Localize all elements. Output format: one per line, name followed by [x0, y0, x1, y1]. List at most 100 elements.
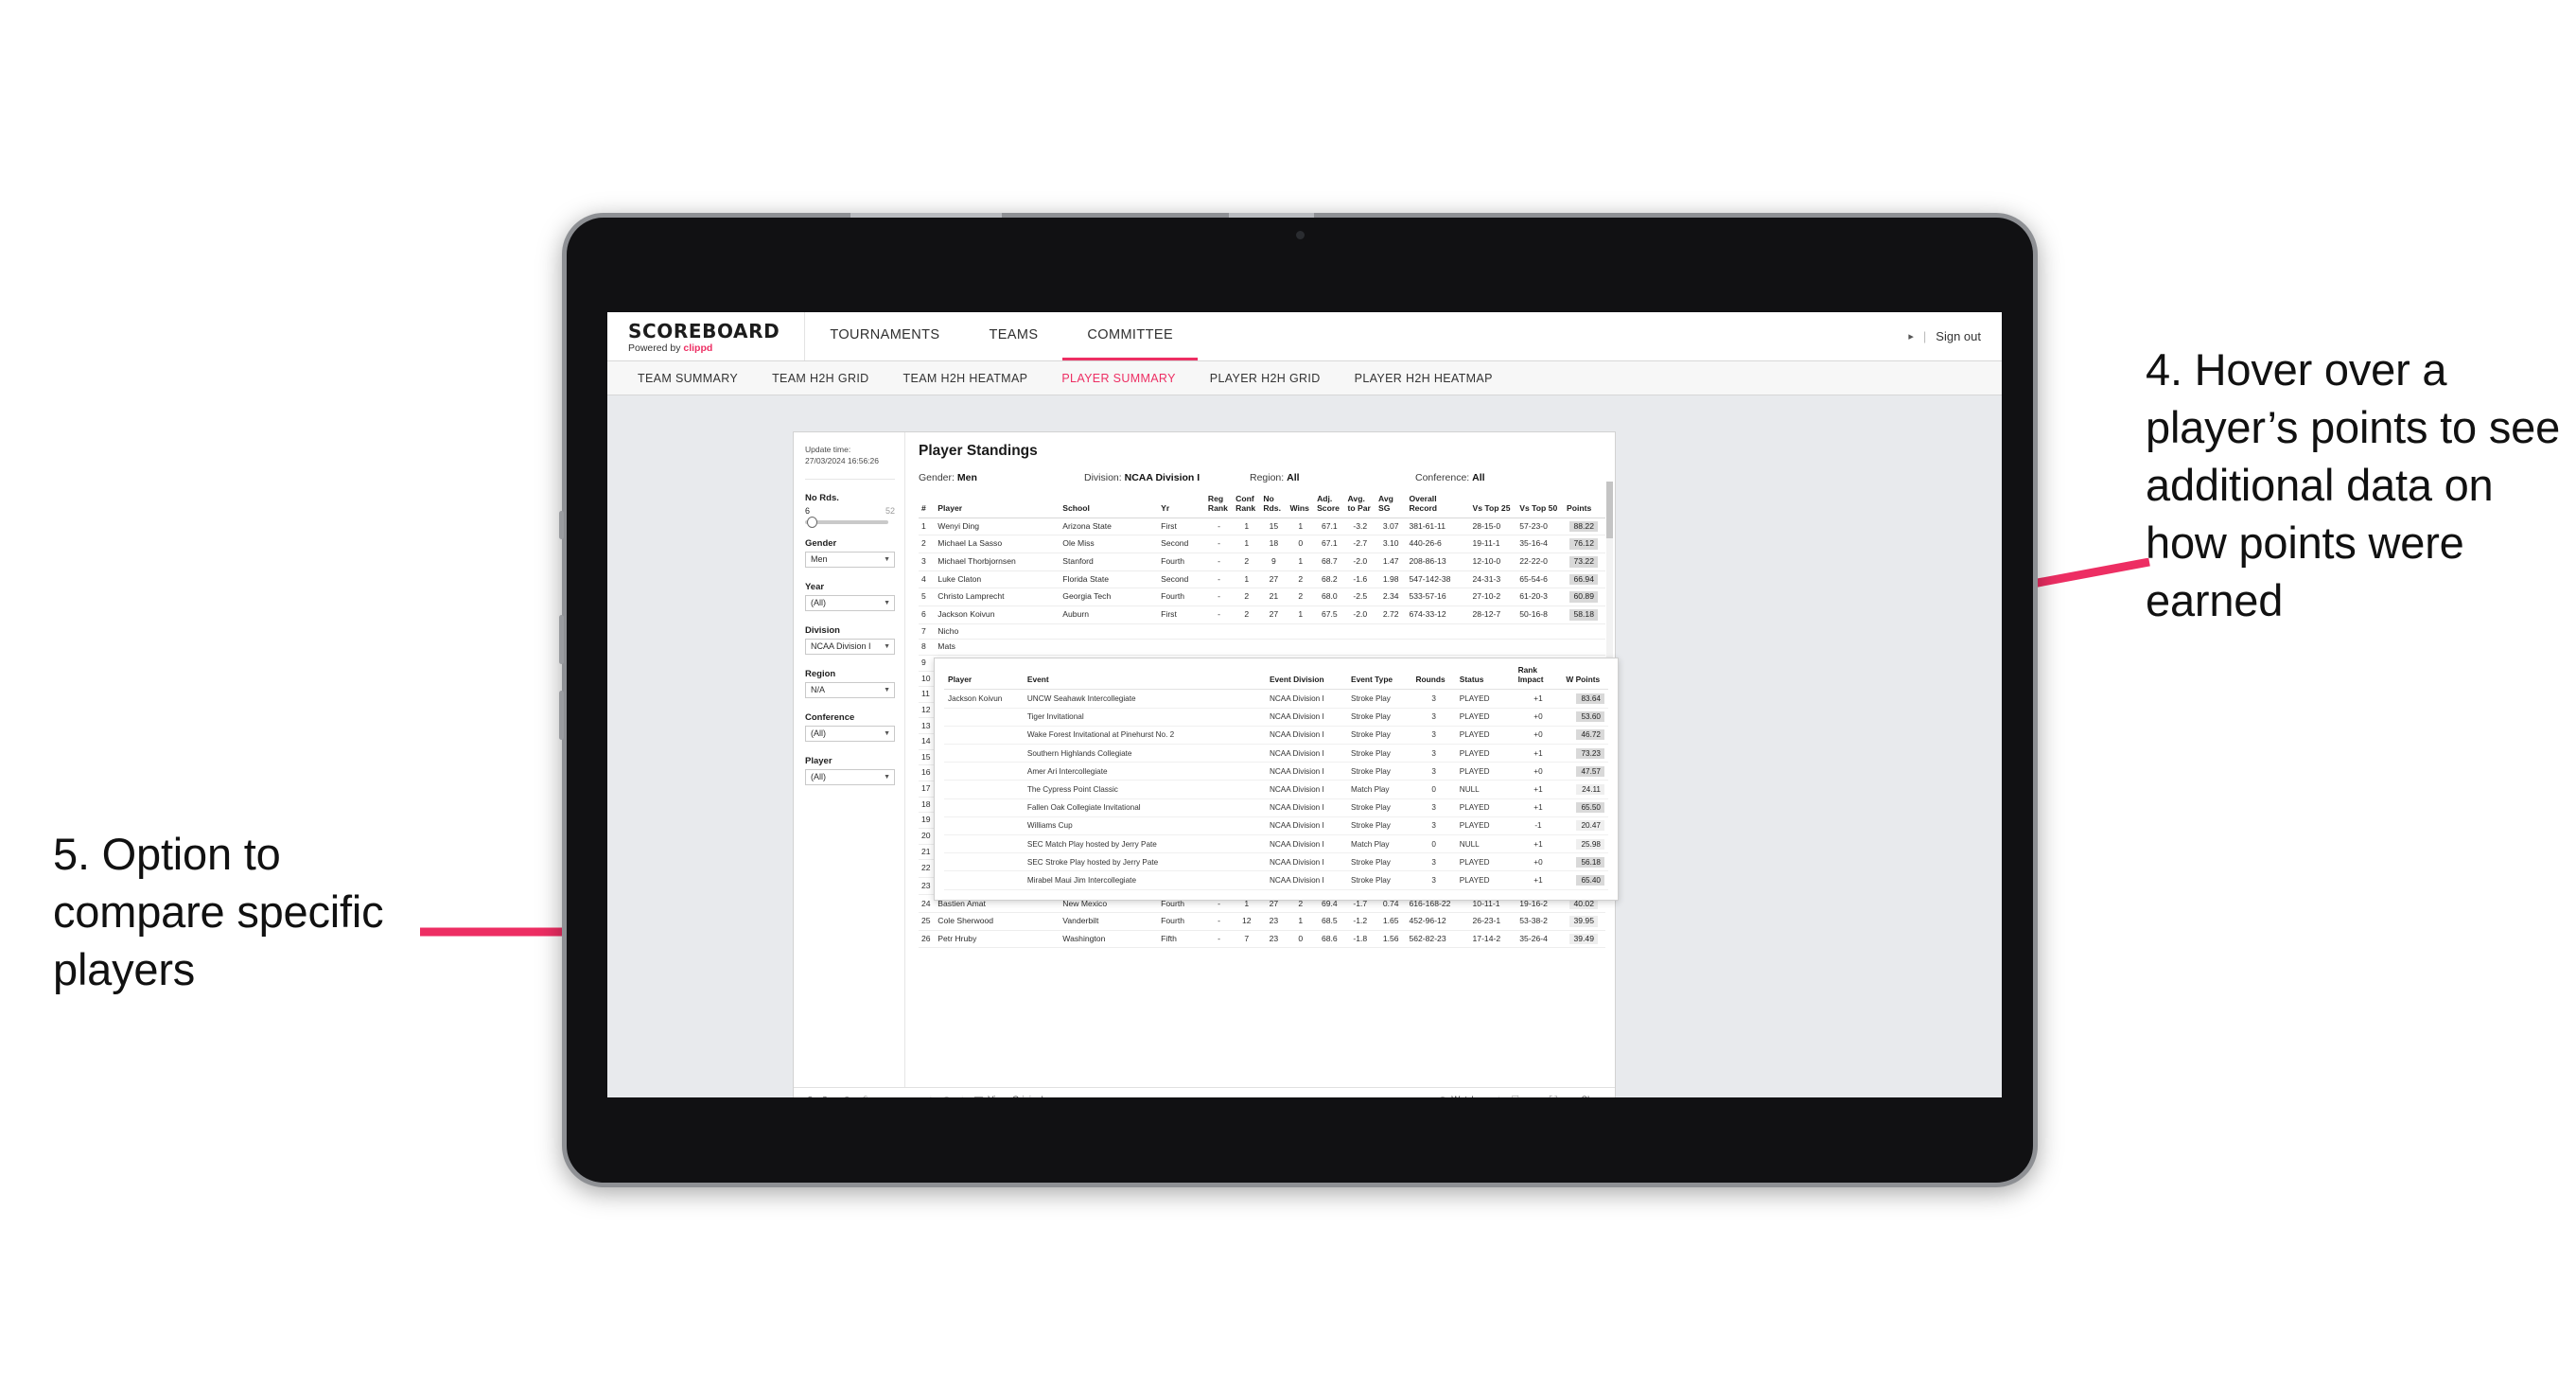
undo-icon[interactable]: ↺	[803, 1095, 813, 1098]
nav-tab-teams[interactable]: TEAMS	[964, 312, 1062, 360]
table-row[interactable]: 6 Jackson Koivun Auburn First -2 27 1 67.5 -2.0 2…	[919, 605, 1605, 624]
custom-view-icon[interactable]: ▭	[894, 1095, 904, 1098]
scrollbar-thumb[interactable]	[1606, 482, 1613, 538]
col-vs-top-25[interactable]: Vs Top 25	[1469, 495, 1517, 518]
tooltip-cell-wpoints: 65.50	[1562, 798, 1608, 817]
table-row[interactable]: 25 Cole Sherwood Vanderbilt Fourth -12 23 1 68.…	[919, 912, 1605, 931]
nav-tab-tournaments[interactable]: TOURNAMENTS	[805, 312, 964, 360]
download-caret-icon[interactable]: ▾	[1533, 1095, 1538, 1098]
table-row[interactable]: 3 Michael Thorbjornsen Stanford Fourth -2 9 1 6…	[919, 553, 1605, 571]
col-overall-record[interactable]: Overall Record	[1406, 494, 1470, 518]
filter-year-select[interactable]: (All) ▼	[805, 594, 895, 611]
tooltip-cell-division: NCAA Division I	[1265, 870, 1348, 890]
tooltip-row: SEC Match Play hosted by Jerry Pate NCAA …	[944, 834, 1608, 854]
filter-conference-select[interactable]: (All) ▼	[805, 725, 895, 742]
cell-pts: 39.49	[1564, 930, 1605, 949]
cell-num: 2	[919, 535, 936, 554]
tooltip-cell-wpoints: 20.47	[1562, 816, 1608, 835]
cell-yr: Fourth	[1158, 588, 1205, 606]
col-wins[interactable]: Wins	[1287, 495, 1315, 518]
col-avg-to-par[interactable]: Avg. to Par	[1344, 494, 1376, 518]
col-year[interactable]: Yr	[1158, 495, 1205, 518]
download-icon[interactable]: ⎘	[1512, 1095, 1521, 1098]
col-school[interactable]: School	[1060, 495, 1159, 518]
brand-logo[interactable]: SCOREBOARD Powered by clippd	[607, 312, 806, 360]
table-row[interactable]: 4 Luke Claton Florida State Second -1 27 2 68.2…	[919, 570, 1605, 589]
cell-wins: 0	[1287, 930, 1315, 949]
w-points-value: 20.47	[1576, 820, 1604, 832]
col-adj-score[interactable]: Adj. Score	[1314, 494, 1345, 518]
no-rounds-slider-handle[interactable]	[807, 516, 817, 528]
col-avg-sg[interactable]: Avg SG	[1375, 494, 1407, 518]
refresh-data-icon[interactable]: ⎙	[860, 1095, 869, 1098]
tooltip-cell-rounds: 3	[1411, 726, 1456, 745]
subtab-team-h2h-heatmap[interactable]: TEAM H2H HEATMAP	[886, 372, 1045, 385]
no-rounds-slider-track[interactable]	[805, 516, 888, 528]
points-value[interactable]: 58.18	[1569, 609, 1598, 621]
col-rank[interactable]: #	[919, 495, 936, 518]
col-reg-rank[interactable]: Reg Rank	[1204, 494, 1234, 518]
reset-icon[interactable]: ◷	[941, 1095, 951, 1098]
sign-out-link[interactable]: Sign out	[1936, 329, 1981, 343]
subtab-team-summary[interactable]: TEAM SUMMARY	[621, 372, 755, 385]
filter-gender-select[interactable]: Men ▼	[805, 551, 895, 568]
tooltip-cell-player	[944, 762, 1024, 781]
fullscreen-icon[interactable]: ⛶	[1550, 1095, 1557, 1098]
table-row[interactable]: 26 Petr Hruby Washington Fifth -7 23 0 68.6 -1.8…	[919, 930, 1605, 949]
cell-num: 20	[919, 828, 936, 845]
col-points[interactable]: Points	[1564, 495, 1605, 518]
filter-year: Year (All) ▼	[805, 582, 895, 611]
tablet-power-button[interactable]	[559, 511, 564, 539]
tablet-volume-up-button[interactable]	[559, 615, 564, 664]
filter-player-select[interactable]: (All) ▼	[805, 768, 895, 785]
points-value[interactable]: 66.94	[1569, 573, 1598, 586]
filter-region-select[interactable]: N/A ▼	[805, 681, 895, 698]
cell-rds: 23	[1260, 912, 1288, 931]
filter-player: Player (All) ▼	[805, 756, 895, 785]
points-value[interactable]: 76.12	[1569, 538, 1598, 550]
table-row[interactable]: 1 Wenyi Ding Arizona State First -1 15 1 67.1 -3…	[919, 518, 1605, 536]
custom-view-caret-icon[interactable]: ▾	[914, 1095, 920, 1098]
view-original-button[interactable]: ▣ View: Original	[973, 1095, 1043, 1098]
points-value[interactable]: 39.95	[1569, 916, 1598, 927]
subtab-player-h2h-heatmap[interactable]: PLAYER H2H HEATMAP	[1338, 372, 1510, 385]
cell-num: 7	[919, 623, 936, 640]
user-menu-caret-icon[interactable]: ▸	[1908, 330, 1914, 342]
tooltip-cell-type: Stroke Play	[1347, 744, 1412, 763]
cell-num: 9	[919, 655, 936, 672]
tablet-volume-down-button[interactable]	[559, 691, 564, 740]
points-value[interactable]: 39.49	[1569, 933, 1598, 945]
table-row[interactable]: 2 Michael La Sasso Ole Miss Second -1 18 0 67.1…	[919, 535, 1605, 554]
revert-icon[interactable]: ⟲	[841, 1095, 850, 1098]
cell-yr	[1158, 639, 1205, 656]
share-button[interactable]: ⤳ Share	[1568, 1095, 1605, 1098]
cell-player: Christo Lamprecht	[935, 588, 1060, 606]
col-player[interactable]: Player	[935, 495, 1060, 518]
subtab-player-h2h-grid[interactable]: PLAYER H2H GRID	[1193, 372, 1338, 385]
points-value[interactable]: 73.22	[1569, 556, 1598, 568]
share-label: Share	[1582, 1095, 1605, 1097]
watch-button[interactable]: ◎ Watch ▾	[1438, 1095, 1486, 1098]
tooltip-cell-status: PLAYED	[1455, 798, 1515, 817]
meta-gender: Gender: Men	[919, 472, 1084, 483]
pause-updates-icon[interactable]: ⏸	[879, 1095, 885, 1098]
table-row[interactable]: 5 Christo Lamprecht Georgia Tech Fourth -2 21…	[919, 588, 1605, 606]
cell-player: Petr Hruby	[935, 930, 1060, 949]
col-no-rds[interactable]: No Rds.	[1260, 494, 1288, 518]
table-row[interactable]: 7 Nicho	[919, 623, 1605, 640]
subtab-player-summary[interactable]: PLAYER SUMMARY	[1044, 372, 1192, 385]
points-value[interactable]: 60.89	[1569, 591, 1598, 603]
filter-player-value: (All)	[811, 772, 826, 782]
nav-tab-committee[interactable]: COMMITTEE	[1062, 312, 1199, 360]
redo-icon[interactable]: ↻	[822, 1095, 832, 1098]
table-row[interactable]: 8 Mats	[919, 639, 1605, 656]
tt-col-rank-impact: Rank Impact	[1514, 665, 1563, 691]
filter-division-select[interactable]: NCAA Division I ▼	[805, 638, 895, 655]
col-conf-rank[interactable]: Conf Rank	[1233, 494, 1261, 518]
tooltip-cell-player: Jackson Koivun	[944, 689, 1024, 709]
col-vs-top-50[interactable]: Vs Top 50	[1516, 495, 1565, 518]
subtab-team-h2h-grid[interactable]: TEAM H2H GRID	[755, 372, 885, 385]
cell-rds: 18	[1260, 535, 1288, 554]
tooltip-cell-wpoints: 25.98	[1562, 834, 1608, 854]
points-value[interactable]: 88.22	[1569, 520, 1598, 533]
